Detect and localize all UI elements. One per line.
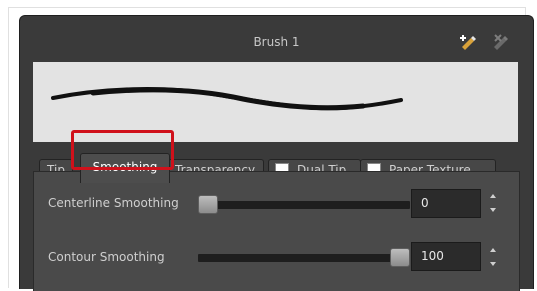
contour-smoothing-slider[interactable] [198,248,410,267]
decrement-icon[interactable] [490,208,496,212]
brush-properties-panel: Brush 1 Tip Transparency Dual Tip Paper … [19,15,534,291]
increment-icon[interactable] [490,194,496,198]
contour-smoothing-input[interactable]: 100 [411,242,481,271]
centerline-smoothing-input[interactable]: 0 [411,189,481,218]
contour-smoothing-label: Contour Smoothing [48,250,165,264]
delete-brush-icon[interactable] [491,32,511,50]
contour-smoothing-handle[interactable] [390,248,410,267]
panel-title: Brush 1 [253,35,300,49]
centerline-smoothing-handle[interactable] [198,195,218,214]
contour-smoothing-spinner [488,248,498,266]
smoothing-tab-highlight [71,130,174,170]
increment-icon[interactable] [490,248,496,252]
centerline-smoothing-spinner [488,194,498,212]
smoothing-settings: Centerline Smoothing 0 Contour Smoothing… [33,171,520,291]
new-brush-icon[interactable] [459,32,479,50]
decrement-icon[interactable] [490,262,496,266]
centerline-smoothing-label: Centerline Smoothing [48,196,179,210]
centerline-smoothing-slider[interactable] [198,195,410,214]
